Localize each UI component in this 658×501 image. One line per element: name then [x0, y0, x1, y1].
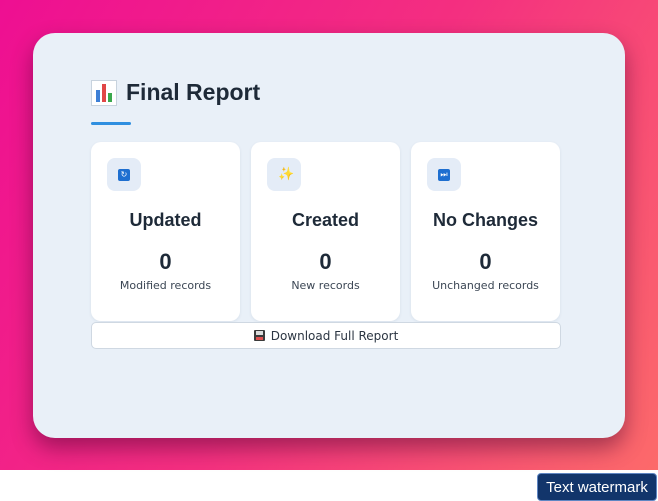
stat-card-created: ✨ Created 0 New records — [251, 142, 400, 321]
bar-chart-icon — [91, 79, 117, 106]
text-watermark: Text watermark — [537, 473, 657, 501]
title-underline — [91, 122, 131, 125]
sparkles-icon: ✨ — [267, 158, 301, 191]
stat-card-count: 0 — [479, 249, 492, 274]
stat-card-title: No Changes — [432, 210, 538, 230]
stat-card-subtitle: Modified records — [119, 279, 212, 292]
report-panel: Final Report ↻ Updated 0 Modified record… — [33, 33, 625, 438]
download-report-label: Download Full Report — [270, 328, 399, 343]
stat-card-no-changes: ⏭ No Changes 0 Unchanged records — [411, 142, 560, 321]
stat-card-title: Created — [291, 210, 360, 230]
stat-card-updated: ↻ Updated 0 Modified records — [91, 142, 240, 321]
watermark-text: Text watermark — [546, 478, 648, 496]
stat-card-subtitle: Unchanged records — [432, 279, 539, 292]
stat-card-count: 0 — [319, 249, 332, 274]
floppy-disk-icon — [253, 330, 265, 341]
stat-card-subtitle: New records — [291, 279, 360, 292]
refresh-icon: ↻ — [107, 158, 141, 191]
fast-forward-icon: ⏭ — [427, 158, 461, 191]
download-report-button[interactable]: Download Full Report — [91, 322, 561, 349]
page-title-text: Final Report — [126, 79, 261, 105]
page-title: Final Report — [91, 79, 260, 106]
stat-card-count: 0 — [159, 249, 172, 274]
stat-card-title: Updated — [129, 210, 202, 230]
